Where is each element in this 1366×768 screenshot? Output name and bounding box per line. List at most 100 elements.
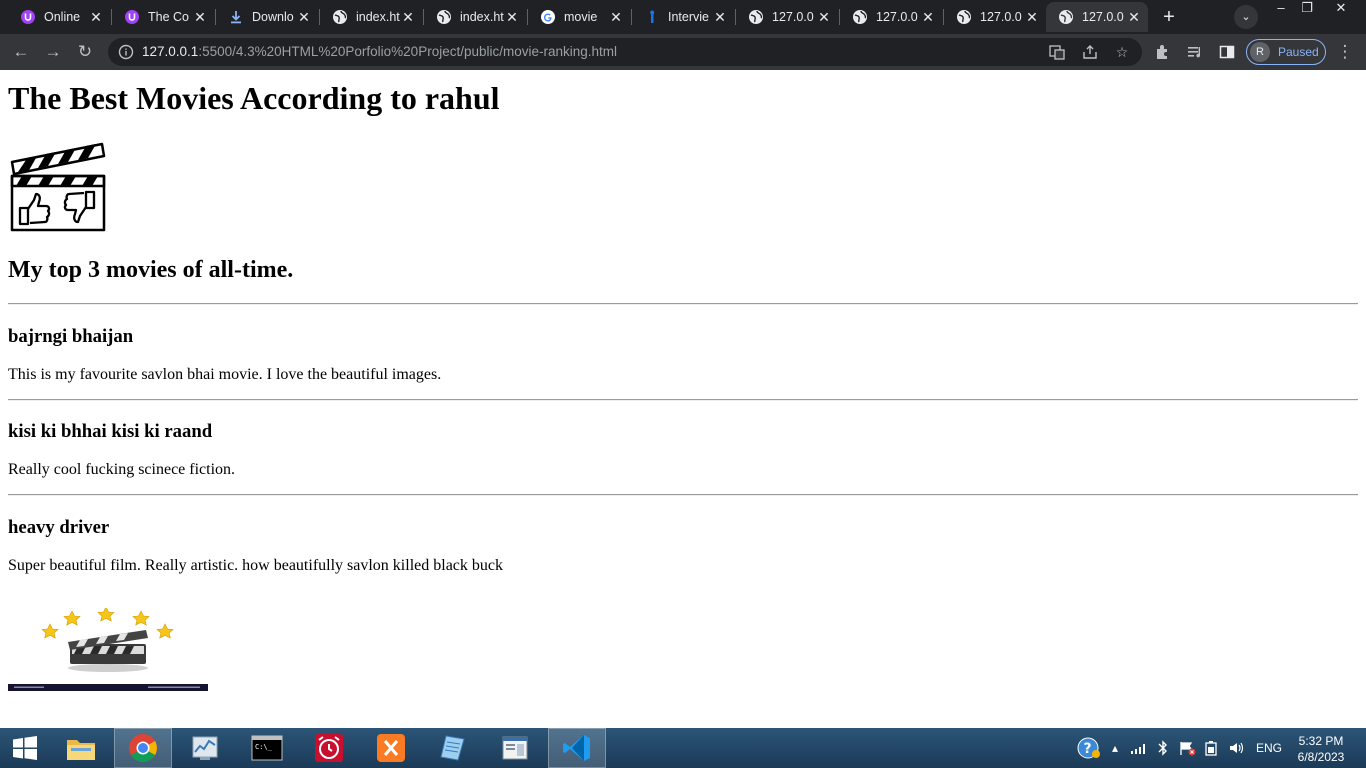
profile-button[interactable]: R Paused xyxy=(1246,39,1326,65)
close-tab-icon[interactable]: ✕ xyxy=(1024,9,1040,25)
windows-logo-icon xyxy=(13,736,37,760)
close-tab-icon[interactable]: ✕ xyxy=(920,9,936,25)
close-tab-icon[interactable]: ✕ xyxy=(504,9,520,25)
profile-status: Paused xyxy=(1278,45,1319,59)
clock-date: 6/8/2023 xyxy=(1297,750,1345,764)
back-button[interactable]: ← xyxy=(10,41,32,63)
help-icon[interactable]: ? xyxy=(1076,728,1102,768)
tab-10-active[interactable]: 127.0.0 ✕ xyxy=(1046,2,1148,32)
chrome-icon[interactable] xyxy=(114,728,172,768)
page-subtitle: My top 3 movies of all-time. xyxy=(8,257,294,283)
movie-2-description: Really cool fucking scinece fiction. xyxy=(8,461,236,478)
movie-1-title: bajrngi bhaijan xyxy=(8,326,134,347)
tab-title: movie xyxy=(564,10,598,24)
globe-icon xyxy=(956,9,972,25)
close-tab-icon[interactable]: ✕ xyxy=(712,9,728,25)
clock-time: 5:32 PM xyxy=(1298,734,1344,748)
show-hidden-icons-button[interactable]: ▴ xyxy=(1106,728,1124,768)
chrome-menu-icon[interactable]: ⋮ xyxy=(1334,41,1356,63)
reload-button[interactable]: ↻ xyxy=(74,41,96,63)
movie-1-description: This is my favourite savlon bhai movie. … xyxy=(8,366,442,383)
vscode-icon[interactable] xyxy=(548,728,606,768)
restore-button[interactable]: ❐ xyxy=(1292,0,1322,18)
performance-monitor-icon[interactable] xyxy=(176,728,234,768)
google-icon xyxy=(540,9,556,25)
movie-3-description: Super beautiful film. Really artistic. h… xyxy=(8,557,503,574)
tab-search-button[interactable]: ⌄ xyxy=(1234,5,1258,29)
start-button[interactable] xyxy=(0,728,50,768)
tab-0[interactable]: Online ✕ xyxy=(8,2,110,32)
forward-button[interactable]: → xyxy=(42,41,64,63)
globe-icon xyxy=(436,9,452,25)
battery-icon[interactable] xyxy=(1202,728,1222,768)
close-tab-icon[interactable]: ✕ xyxy=(816,9,832,25)
browser-toolbar: ← → ↻ 127.0.0.1:5500/4.3%20HTML%20Porfol… xyxy=(0,34,1366,70)
command-prompt-icon[interactable]: C:\_ xyxy=(238,728,296,768)
tab-title: The Co xyxy=(148,10,189,24)
bluetooth-icon[interactable] xyxy=(1154,728,1172,768)
tab-1[interactable]: The Co ✕ xyxy=(112,2,214,32)
tab-strip: Online ✕ The Co ✕ Downlo ✕ index.ht ✕ in… xyxy=(0,0,1366,34)
svg-text:?: ? xyxy=(1084,741,1092,757)
divider xyxy=(8,399,1358,401)
close-tab-icon[interactable]: ✕ xyxy=(608,9,624,25)
close-window-button[interactable]: ✕ xyxy=(1326,0,1356,18)
tab-4[interactable]: index.ht ✕ xyxy=(424,2,526,32)
clock[interactable]: 5:32 PM 6/8/2023 xyxy=(1290,733,1352,765)
document-viewer-icon[interactable] xyxy=(486,728,544,768)
notepad-icon[interactable] xyxy=(424,728,482,768)
web-page: The Best Movies According to rahul My to… xyxy=(0,70,1366,728)
globe-icon xyxy=(748,9,764,25)
clapperboard-thumbs-icon xyxy=(10,142,106,232)
u-circle-icon xyxy=(20,9,36,25)
tab-6[interactable]: Intervie ✕ xyxy=(632,2,734,32)
action-center-flag-icon[interactable] xyxy=(1176,728,1198,768)
tab-title: 127.0.0 xyxy=(1082,10,1124,24)
url-text[interactable]: 127.0.0.1:5500/4.3%20HTML%20Porfolio%20P… xyxy=(142,44,617,59)
tab-title: 127.0.0 xyxy=(876,10,918,24)
bookmark-icon xyxy=(644,9,660,25)
download-icon xyxy=(228,9,244,25)
tab-title: 127.0.0 xyxy=(772,10,814,24)
windows-explorer-icon[interactable] xyxy=(52,728,110,768)
tab-title: 127.0.0 xyxy=(980,10,1022,24)
page-title: The Best Movies According to rahul xyxy=(8,80,500,116)
info-icon[interactable] xyxy=(118,44,134,60)
tab-3[interactable]: index.ht ✕ xyxy=(320,2,422,32)
share-icon[interactable] xyxy=(1081,43,1099,61)
avatar: R xyxy=(1250,42,1270,62)
network-signal-icon[interactable] xyxy=(1128,728,1150,768)
close-tab-icon[interactable]: ✕ xyxy=(296,9,312,25)
media-control-icon[interactable] xyxy=(1184,41,1206,63)
tab-title: index.ht xyxy=(460,10,504,24)
extensions-icon[interactable] xyxy=(1152,41,1174,63)
xampp-icon[interactable] xyxy=(362,728,420,768)
translate-icon[interactable] xyxy=(1048,43,1066,61)
tab-title: Online xyxy=(44,10,81,24)
globe-icon xyxy=(332,9,348,25)
address-bar[interactable]: 127.0.0.1:5500/4.3%20HTML%20Porfolio%20P… xyxy=(108,38,1142,66)
tab-title: Intervie xyxy=(668,10,709,24)
new-tab-button[interactable]: + xyxy=(1158,7,1180,29)
tab-2[interactable]: Downlo ✕ xyxy=(216,2,318,32)
globe-icon xyxy=(1058,9,1074,25)
url-path: :5500/4.3%20HTML%20Porfolio%20Project/pu… xyxy=(198,44,618,59)
close-tab-icon[interactable]: ✕ xyxy=(1126,9,1142,25)
alarm-clock-icon[interactable] xyxy=(300,728,358,768)
movie-2-title: kisi ki bhhai kisi ki raand xyxy=(8,421,213,442)
tab-title: index.ht xyxy=(356,10,400,24)
volume-icon[interactable] xyxy=(1226,728,1248,768)
side-panel-icon[interactable] xyxy=(1216,41,1238,63)
bookmark-star-icon[interactable]: ☆ xyxy=(1113,43,1131,61)
language-indicator[interactable]: ENG xyxy=(1252,728,1286,768)
tab-5[interactable]: movie ✕ xyxy=(528,2,630,32)
tab-9[interactable]: 127.0.0 ✕ xyxy=(944,2,1046,32)
globe-icon xyxy=(852,9,868,25)
close-tab-icon[interactable]: ✕ xyxy=(400,9,416,25)
tab-7[interactable]: 127.0.0 ✕ xyxy=(736,2,838,32)
five-star-rating-image xyxy=(8,608,208,691)
close-tab-icon[interactable]: ✕ xyxy=(192,9,208,25)
tab-8[interactable]: 127.0.0 ✕ xyxy=(840,2,942,32)
divider xyxy=(8,303,1358,305)
close-tab-icon[interactable]: ✕ xyxy=(88,9,104,25)
